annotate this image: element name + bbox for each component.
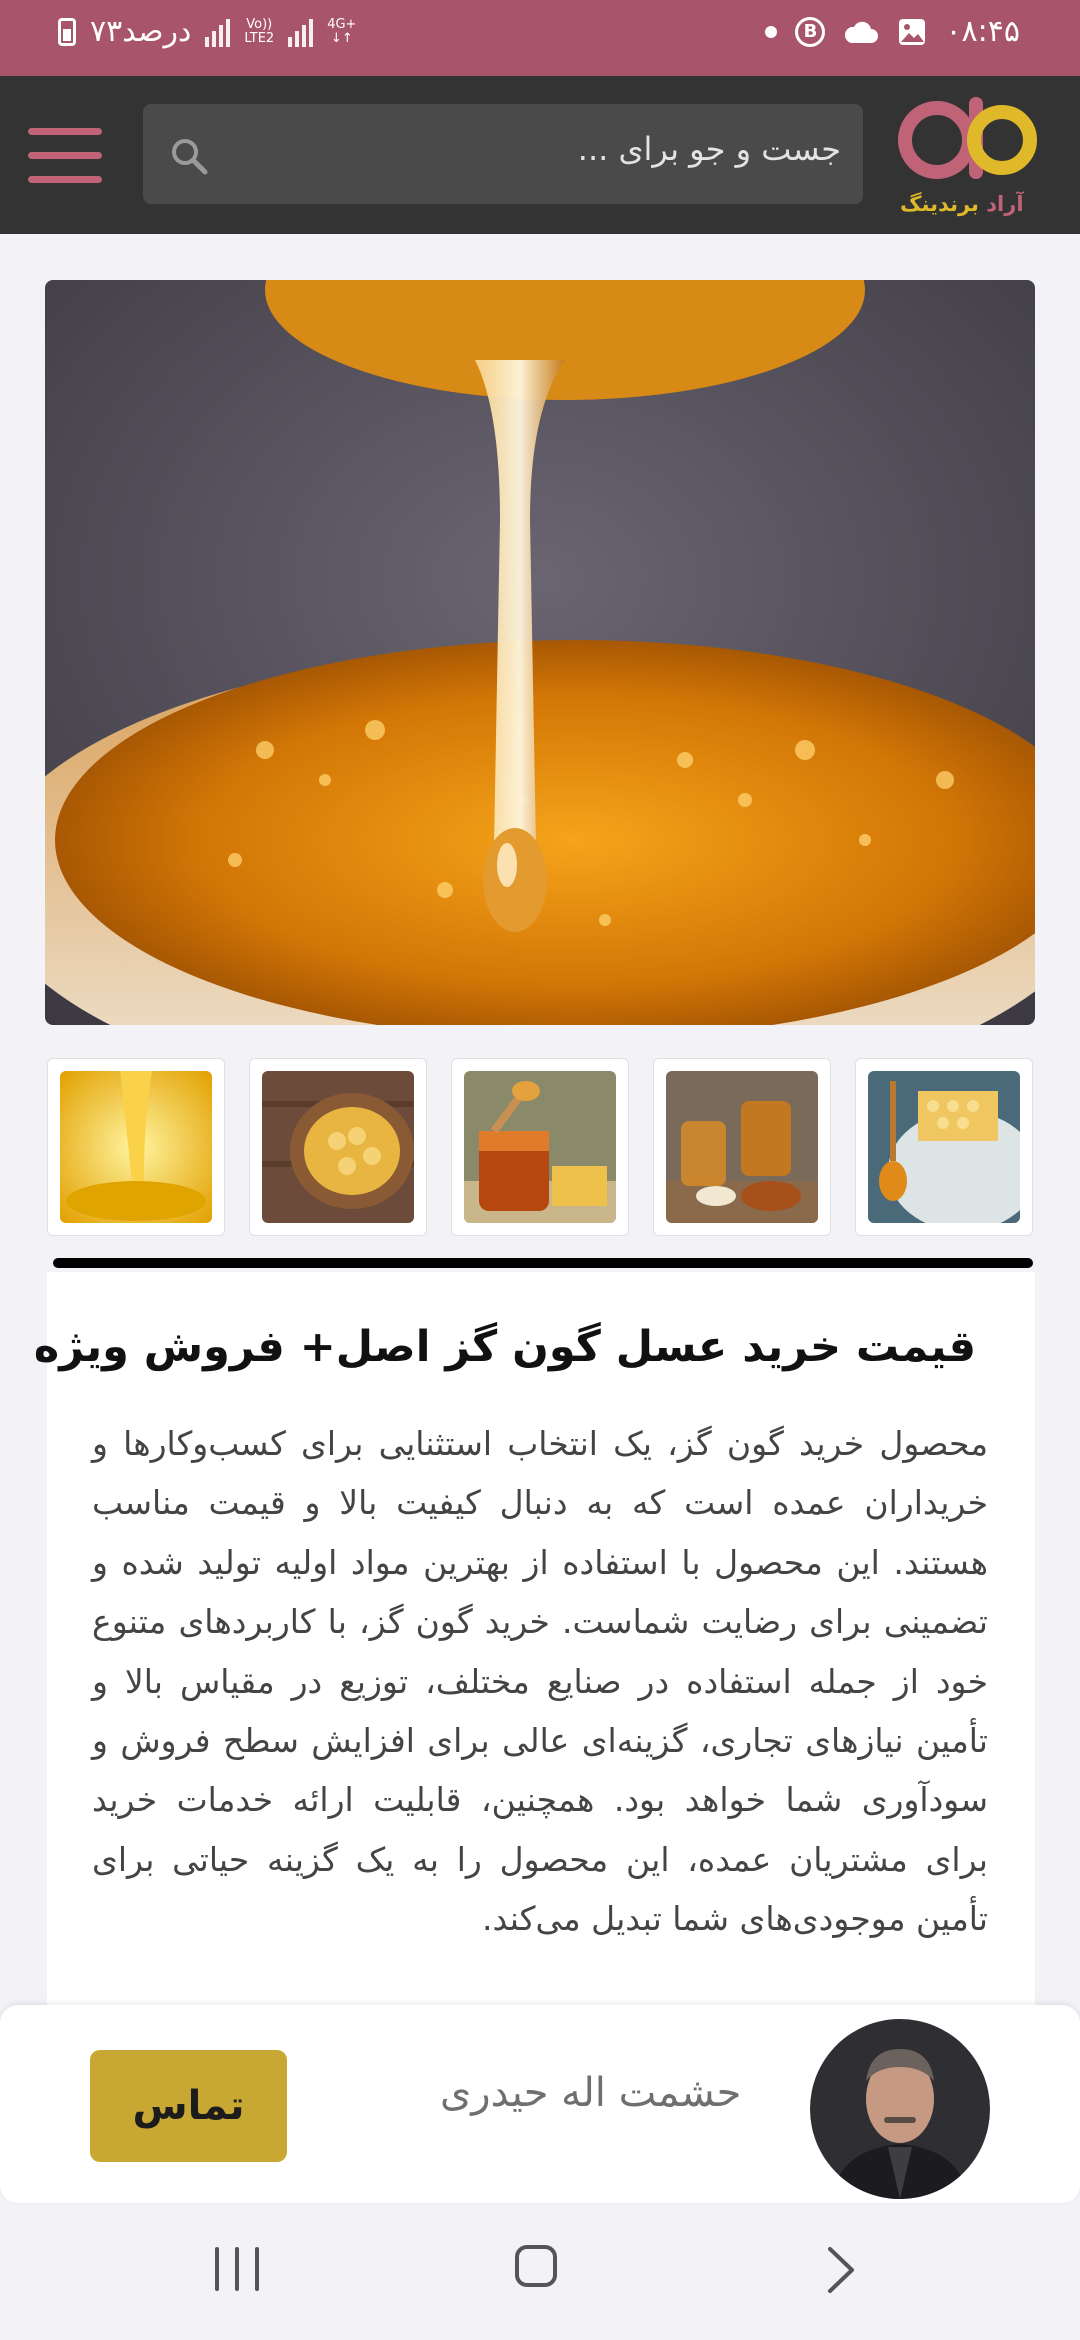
signal-icon [205,17,231,47]
gallery-icon [899,18,926,45]
thumbnail-honeycomb-bowl[interactable] [249,1058,427,1236]
status-left: ۷۳درصد Vo)) LTE2 4G+ ↓↑ [58,14,356,49]
cloud-icon [845,21,879,43]
product-title: قیمت خرید عسل گون گز اصل+ فروش ویژه [33,1322,976,1372]
status-right: B ۰۸:۴۵ [765,14,1020,49]
search-placeholder: جست و جو برای ... [577,130,841,168]
data-type-indicator: 4G+ ↓↑ [327,16,357,46]
agent-name: حشمت اله حیدری [440,2070,742,2116]
section-divider [53,1258,1033,1268]
system-nav-bar [0,2205,1080,2340]
thumbnail-honey-dipper-jar[interactable] [451,1058,629,1236]
app-header: جست و جو برای ... آراد برندینگ [0,76,1080,234]
logo-text: آراد برندینگ [900,192,1024,216]
thumbnail-honey-jars[interactable] [653,1058,831,1236]
battery-percent: ۷۳درصد [90,14,192,49]
call-button[interactable]: تماس [90,2050,287,2162]
product-description-card: قیمت خرید عسل گون گز اصل+ فروش ویژه محصو… [34,1272,1035,2032]
search-icon[interactable] [169,136,209,176]
volte-indicator: Vo)) LTE2 [244,16,275,46]
recents-icon[interactable] [215,2247,259,2291]
product-main-image[interactable] [45,280,1035,1025]
search-input[interactable]: جست و جو برای ... [143,104,863,204]
notification-dot-icon [765,25,778,38]
thumbnail-honeycomb-spoon[interactable] [855,1058,1033,1236]
battery-icon [58,17,76,46]
b-app-icon: B [795,16,826,47]
logo-mark-icon [898,97,1037,179]
agent-avatar [810,2019,990,2199]
thumbnail-honey-pour[interactable] [47,1058,225,1236]
status-bar: ۷۳درصد Vo)) LTE2 4G+ ↓↑ B ۰۸:۴۵ [0,0,1080,76]
hamburger-menu-icon[interactable] [28,128,102,184]
home-icon[interactable] [515,2245,557,2287]
back-icon[interactable] [820,2245,860,2295]
contact-bar: حشمت اله حیدری تماس [0,2005,1080,2203]
thumbnail-strip [47,1058,1037,1238]
brand-logo[interactable]: آراد برندینگ [892,88,1042,222]
signal-icon-2 [288,17,314,47]
product-description: محصول خرید گون گز، یک انتخاب استثنایی بر… [92,1424,988,1939]
clock: ۰۸:۴۵ [945,14,1020,49]
